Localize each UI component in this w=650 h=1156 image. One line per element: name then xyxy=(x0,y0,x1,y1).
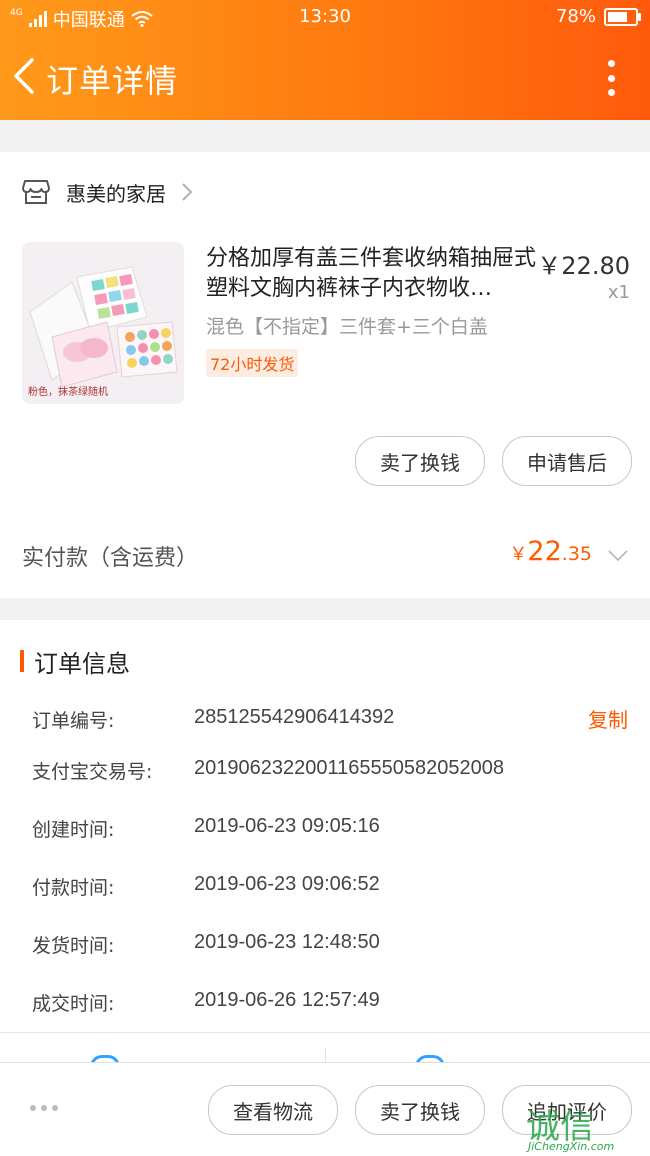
info-value: 2019-06-23 09:05:16 xyxy=(194,815,380,837)
info-label: 发货时间: xyxy=(32,935,115,957)
shop-name: 惠美的家居 xyxy=(66,181,166,206)
info-label: 成交时间: xyxy=(32,993,115,1015)
currency-symbol: ￥ xyxy=(509,544,528,565)
order-info-section: 订单信息 复制 订单编号: 285125542906414392 支付宝交易号:… xyxy=(0,620,650,1032)
header: 4G 中国联通 13:30 78% 订单详情 xyxy=(0,0,650,120)
sell-for-cash-button-bottom[interactable]: 卖了换钱 xyxy=(355,1085,485,1135)
contact-band xyxy=(0,1032,650,1070)
page-title: 订单详情 xyxy=(46,62,179,100)
product-title[interactable]: 分格加厚有盖三件套收纳箱抽屉式塑料文胸内裤袜子内衣物收… xyxy=(206,244,536,304)
product-price: ￥22.80 xyxy=(537,252,630,280)
paid-amount-label: 实付款（含运费） xyxy=(22,546,199,571)
chevron-down-icon[interactable] xyxy=(608,550,628,562)
watermark-site: JiChengXin.com xyxy=(528,1140,615,1153)
apply-after-sale-button[interactable]: 申请售后 xyxy=(502,436,632,486)
nav-bar: 订单详情 xyxy=(0,44,650,108)
product-illustration xyxy=(22,242,184,404)
back-icon[interactable] xyxy=(10,56,38,96)
status-right: 78% xyxy=(555,6,641,27)
product-image[interactable]: 粉色，抹茶绿随机 xyxy=(22,242,184,404)
status-bar: 4G 中国联通 13:30 78% xyxy=(0,0,650,34)
status-time: 13:30 xyxy=(299,6,351,27)
more-actions-icon[interactable] xyxy=(30,1105,58,1111)
watermark: 诚信 JiChengXin.com xyxy=(526,1099,644,1153)
info-label: 创建时间: xyxy=(32,819,115,841)
more-options-icon[interactable] xyxy=(608,60,616,96)
store-icon xyxy=(22,180,50,204)
copy-order-number-button[interactable]: 复制 xyxy=(588,704,628,733)
amount-decimal: .35 xyxy=(561,543,592,565)
info-value: 2019062322001165550582052008 xyxy=(194,757,504,779)
info-value: 2019-06-23 12:48:50 xyxy=(194,931,380,953)
info-value: 2019-06-26 12:57:49 xyxy=(194,989,380,1011)
shop-link[interactable]: 惠美的家居 xyxy=(22,174,192,210)
product-card: 惠美的家居 粉色，抹茶绿随机 分格加厚有盖三件套收纳箱抽屉式塑料文胸内裤袜子内衣… xyxy=(0,152,650,598)
sell-for-cash-button[interactable]: 卖了换钱 xyxy=(355,436,485,486)
info-label: 支付宝交易号: xyxy=(32,761,153,783)
amount-integer: 22 xyxy=(527,536,562,567)
battery-icon xyxy=(604,7,641,26)
info-value: 2019-06-23 09:06:52 xyxy=(194,873,380,895)
battery-percent: 78% xyxy=(555,6,596,27)
info-value: 285125542906414392 xyxy=(194,706,395,728)
info-label: 订单编号: xyxy=(32,710,115,732)
paid-amount: ￥22.35 xyxy=(509,536,592,567)
product-spec: 混色【不指定】三件套+三个白盖 xyxy=(206,316,488,338)
section-title: 订单信息 xyxy=(34,650,130,678)
shipping-tag: 72小时发货 xyxy=(206,349,299,377)
product-quantity: x1 xyxy=(607,282,630,303)
info-label: 付款时间: xyxy=(32,877,115,899)
view-logistics-button[interactable]: 查看物流 xyxy=(208,1085,338,1135)
image-caption: 粉色，抹茶绿随机 xyxy=(28,387,108,398)
band-divider xyxy=(325,1049,326,1063)
section-accent-bar xyxy=(20,650,24,672)
chevron-right-icon xyxy=(182,183,192,201)
